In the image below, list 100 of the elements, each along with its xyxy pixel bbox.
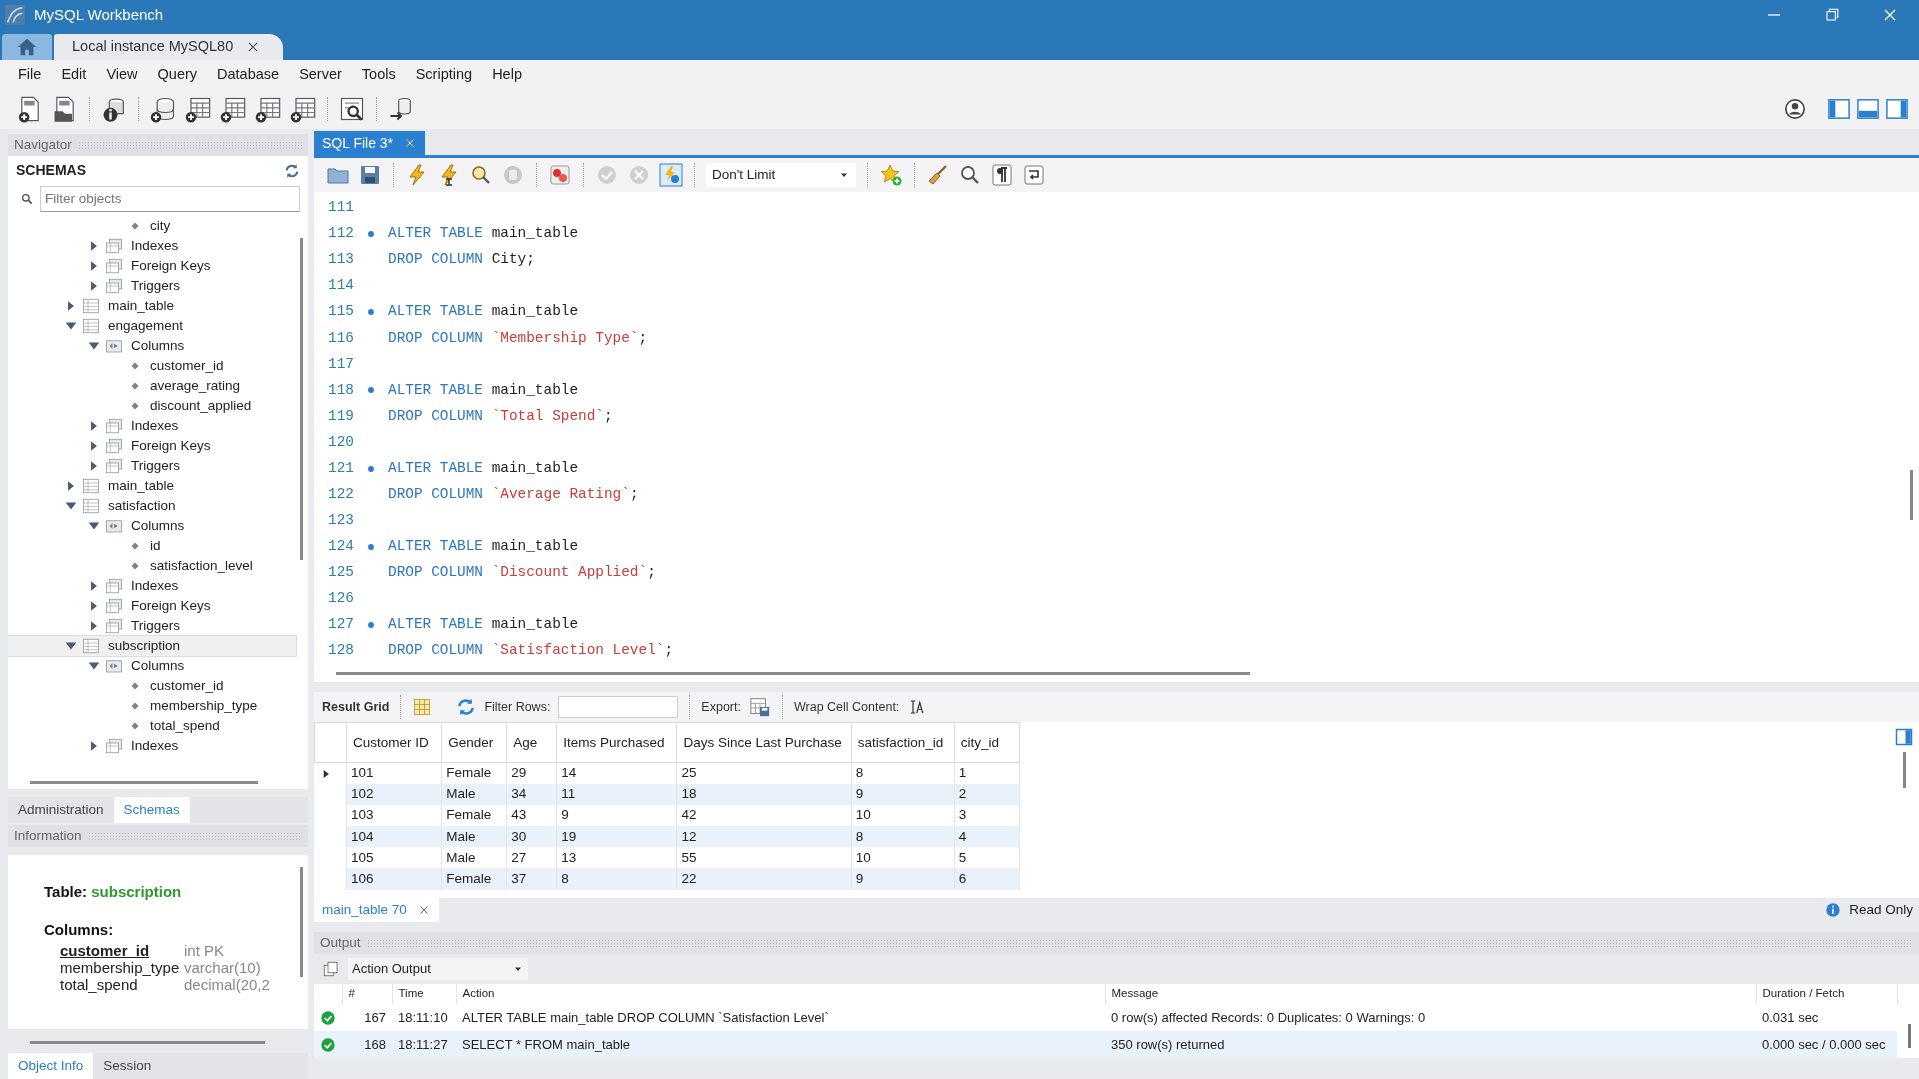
tree-item[interactable]: Columns [8,655,296,676]
output-mode-dropdown[interactable]: Action Output [348,958,528,980]
add-snippet-icon[interactable] [879,163,903,187]
view-icon[interactable] [219,95,247,123]
tree-item[interactable]: Foreign Keys [8,435,296,456]
table-icon[interactable] [184,95,212,123]
broom-icon[interactable] [926,163,950,187]
tree-item[interactable]: main_table [8,295,296,316]
procedure-icon[interactable] [254,95,282,123]
save-icon[interactable] [358,163,382,187]
tree-item[interactable]: main_table [8,475,296,496]
menu-item[interactable]: Scripting [405,63,483,86]
sidebar-tab[interactable]: Schemas [113,797,190,823]
side-panel-icon[interactable] [1895,728,1913,746]
scrollbar-thumb[interactable] [1902,752,1906,788]
toggle-icon[interactable] [548,163,572,187]
code-line: ALTER TABLE main_table [388,615,579,635]
refresh-icon[interactable] [456,697,477,717]
tree-item[interactable]: Indexes [8,235,296,256]
tree-item[interactable]: Indexes [8,735,296,756]
tree-item[interactable]: satisfaction [8,495,296,516]
refresh-icon[interactable] [284,162,300,179]
menu-item[interactable]: Tools [351,63,406,86]
tree-item[interactable]: Columns [8,515,296,536]
autocommit-icon[interactable] [659,163,683,187]
menu-item[interactable]: Edit [51,63,97,86]
scrollbar-thumb[interactable] [30,780,258,784]
tree-item[interactable]: city [8,215,296,236]
table-cell: 18 [676,783,852,805]
sidebar-tab[interactable]: Object Info [8,1053,94,1079]
tree-item[interactable]: customer_id [8,675,296,696]
column-type: varchar(10) [184,958,261,976]
menu-item[interactable]: View [96,63,148,86]
check-icon[interactable] [595,163,619,187]
table-icon [82,476,100,495]
scrollbar-thumb[interactable] [300,237,303,560]
tree-item[interactable]: Triggers [8,615,296,636]
column-header[interactable]: satisfaction_id [851,722,955,763]
tree-item[interactable]: id [8,535,296,556]
database-icon[interactable] [149,95,177,123]
account-icon[interactable] [1784,98,1806,120]
tree-item[interactable]: satisfaction_level [8,555,296,576]
filter-rows-field[interactable] [558,696,679,718]
column-header[interactable]: Gender [441,722,507,763]
tree-item[interactable]: Indexes [8,575,296,596]
menu-item[interactable]: Server [289,63,352,86]
output-toggle-icon[interactable] [1857,98,1879,120]
tree-item[interactable]: customer_id [8,355,296,376]
side-panel-toggle-icon[interactable] [1886,98,1908,120]
column-header[interactable]: Duration / Fetch [1756,984,1897,1004]
scrollbar-thumb[interactable] [30,1040,265,1044]
scrollbar-thumb[interactable] [336,671,1250,675]
limit-dropdown[interactable]: Don't Limit [706,163,856,187]
editor-tab[interactable]: SQL File 3* [314,131,426,155]
tree-item[interactable]: Triggers [8,455,296,476]
paragraph-icon[interactable] [990,163,1014,187]
column-header[interactable]: Action [456,984,1105,1004]
column-header[interactable]: # [342,984,392,1004]
home-tab[interactable] [2,34,52,60]
sidebar-tab[interactable]: Administration [8,797,114,823]
tree-item[interactable]: discount_applied [8,395,296,416]
tree-item[interactable]: engagement [8,315,296,336]
scrollbar-thumb[interactable] [300,866,303,977]
menu-item[interactable]: Help [482,63,532,86]
table-cell: 0.000 sec / 0.000 sec [1756,1031,1897,1058]
column-header[interactable]: Days Since Last Purchase [676,722,852,763]
wrap-icon[interactable] [1022,163,1046,187]
search-table-icon[interactable] [338,95,366,123]
column-header[interactable]: Items Purchased [556,722,677,763]
tree-item[interactable]: membership_type [8,695,296,716]
export-icon[interactable] [748,696,771,718]
sidebar-toggle-icon[interactable] [1828,98,1850,120]
connection-tab[interactable]: Local instance MySQL80 [54,34,284,60]
column-header[interactable]: Message [1105,984,1756,1004]
result-tab[interactable]: main_table 70 [314,898,439,922]
sidebar-tab[interactable]: Session [93,1053,162,1079]
scrollbar-thumb[interactable] [1907,1024,1911,1048]
column-header[interactable]: Customer ID [346,722,442,763]
menu-item[interactable]: Database [207,63,290,86]
copy-icon[interactable] [322,960,340,978]
menu-item[interactable]: File [8,63,52,86]
section-title: SCHEMAS [16,161,86,181]
menu-item[interactable]: Query [147,63,208,86]
tree-item[interactable]: Columns [8,335,296,356]
panel-title: Output [320,933,361,952]
scrollbar-thumb[interactable] [1910,470,1913,520]
tree-item[interactable]: Triggers [8,275,296,296]
tree-item[interactable]: subscription [8,635,296,656]
function-icon[interactable] [289,95,317,123]
column-header[interactable]: Age [506,722,557,763]
column-header[interactable]: Time [392,984,456,1004]
tree-item[interactable]: Foreign Keys [8,595,296,616]
line-number: 112 [327,224,354,244]
filter-field[interactable]: Filter objects [40,185,300,212]
column-header[interactable]: city_id [954,722,1020,763]
tree-item[interactable]: average_rating [8,375,296,396]
tree-item[interactable]: total_spend [8,715,296,736]
tree-item[interactable]: Indexes [8,415,296,436]
tree-item[interactable]: Foreign Keys [8,255,296,276]
table-cell: 19 [556,826,677,848]
